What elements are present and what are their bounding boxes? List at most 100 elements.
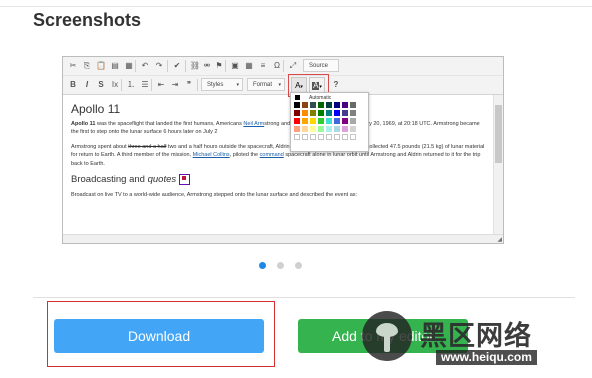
color-swatch[interactable] [318, 134, 324, 140]
toolbar-separator [135, 60, 136, 72]
neil-armstrong-link[interactable]: Neil Arm [243, 121, 264, 127]
color-swatch[interactable] [318, 126, 324, 132]
carousel-dot[interactable] [259, 262, 266, 269]
color-swatch[interactable] [294, 126, 300, 132]
color-swatch[interactable] [294, 102, 300, 108]
color-swatch[interactable] [326, 126, 332, 132]
watermark-text: 黑区网络 [420, 321, 532, 351]
toolbar-separator [283, 60, 284, 72]
color-swatch[interactable] [342, 110, 348, 116]
paste-icon[interactable]: 📋 [95, 60, 107, 72]
color-swatch[interactable] [302, 118, 308, 124]
automatic-color-option[interactable]: Automatic [295, 95, 331, 101]
source-button[interactable]: Source [303, 59, 339, 72]
color-swatch[interactable] [334, 102, 340, 108]
carousel-dot[interactable] [295, 262, 302, 269]
indent-icon[interactable]: ⇥ [169, 79, 181, 91]
strike-icon[interactable]: S [95, 79, 107, 91]
color-swatch[interactable] [302, 126, 308, 132]
download-highlight-frame [47, 301, 275, 367]
color-swatch[interactable] [326, 102, 332, 108]
color-swatch[interactable] [310, 126, 316, 132]
color-swatch[interactable] [350, 110, 356, 116]
outdent-icon[interactable]: ⇤ [155, 79, 167, 91]
editor-scrollbar[interactable] [493, 95, 503, 235]
anchor-flag-icon [178, 174, 190, 185]
paste-text-icon[interactable]: ▤ [109, 60, 121, 72]
color-swatch[interactable] [334, 134, 340, 140]
color-swatch[interactable] [302, 110, 308, 116]
color-swatch[interactable] [294, 134, 300, 140]
command-link[interactable]: command [260, 152, 284, 158]
toolbar-separator [197, 79, 198, 91]
color-swatch[interactable] [302, 134, 308, 140]
remove-format-icon[interactable]: Ix [109, 79, 121, 91]
cut-icon[interactable]: ✂ [67, 60, 79, 72]
redo-icon[interactable]: ↷ [153, 60, 165, 72]
spellcheck-icon[interactable]: ✔ [171, 60, 183, 72]
color-swatch[interactable] [350, 118, 356, 124]
bold-icon[interactable]: B [67, 79, 79, 91]
doc-subheading: Broadcasting and quotes [71, 174, 485, 185]
image-icon[interactable]: ▣ [229, 60, 241, 72]
editor-content[interactable]: Apollo 11 Apollo 11 was the spaceflight … [63, 95, 493, 235]
watermark-url: www.heiqu.com [436, 350, 537, 365]
doc-paragraph-3: Broadcast on live TV to a world-wide aud… [71, 192, 358, 198]
color-swatch[interactable] [326, 118, 332, 124]
help-icon[interactable]: ? [331, 79, 341, 91]
editor-toolbar-row1: ✂ ⎘ 📋 ▤ ▦ ↶ ↷ ✔ ⛓ ⚮ ⚑ ▣ ▦ ≡ Ω ⤢ Source [63, 57, 503, 76]
horizontal-line-icon[interactable]: ≡ [257, 60, 269, 72]
anchor-icon[interactable]: ⚑ [213, 60, 225, 72]
color-swatch[interactable] [318, 110, 324, 116]
color-swatch[interactable] [310, 118, 316, 124]
toolbar-separator [167, 60, 168, 72]
color-swatch[interactable] [310, 102, 316, 108]
editor-screenshot[interactable]: ✂ ⎘ 📋 ▤ ▦ ↶ ↷ ✔ ⛓ ⚮ ⚑ ▣ ▦ ≡ Ω ⤢ Source B I S Ix ⒈ ☰ ⇤ ⇥ ❞ Styles ▾… [62, 56, 504, 244]
color-swatch[interactable] [334, 118, 340, 124]
resize-grip-icon[interactable]: ◢ [497, 236, 502, 243]
toolbar-separator [225, 60, 226, 72]
color-swatch[interactable] [326, 110, 332, 116]
doc-paragraph-2: Armstrong spent about three and a half t… [71, 143, 485, 167]
color-swatch[interactable] [350, 126, 356, 132]
color-swatch[interactable] [294, 110, 300, 116]
format-dropdown[interactable]: Format ▾ [247, 78, 285, 91]
italic-icon[interactable]: I [81, 79, 93, 91]
toolbar-separator [151, 79, 152, 91]
color-swatch[interactable] [318, 118, 324, 124]
color-swatch[interactable] [294, 118, 300, 124]
copy-icon[interactable]: ⎘ [81, 60, 93, 72]
table-icon[interactable]: ▦ [243, 60, 255, 72]
toolbar-separator [185, 60, 186, 72]
color-swatch[interactable] [302, 102, 308, 108]
color-swatch[interactable] [350, 102, 356, 108]
bulleted-list-icon[interactable]: ☰ [139, 79, 151, 91]
blockquote-icon[interactable]: ❞ [183, 79, 195, 91]
michael-collins-link[interactable]: Michael Collins [193, 152, 230, 158]
carousel-dot[interactable] [277, 262, 284, 269]
color-swatch[interactable] [342, 126, 348, 132]
color-swatch[interactable] [342, 118, 348, 124]
doc-paragraph-1: Apollo 11 was the spaceflight that lande… [71, 120, 480, 136]
color-swatch[interactable] [310, 110, 316, 116]
numbered-list-icon[interactable]: ⒈ [125, 79, 137, 91]
color-swatch[interactable] [334, 126, 340, 132]
link-icon[interactable]: ⛓ [189, 60, 201, 72]
scrollbar-thumb[interactable] [495, 105, 502, 163]
color-swatch[interactable] [310, 134, 316, 140]
special-char-icon[interactable]: Ω [271, 60, 283, 72]
color-swatch[interactable] [334, 110, 340, 116]
color-swatch[interactable] [350, 134, 356, 140]
color-swatch[interactable] [326, 134, 332, 140]
unlink-icon[interactable]: ⚮ [201, 60, 213, 72]
color-swatch[interactable] [342, 134, 348, 140]
color-swatch[interactable] [342, 102, 348, 108]
color-palette-dropdown[interactable]: Automatic [290, 92, 369, 152]
undo-icon[interactable]: ↶ [139, 60, 151, 72]
editor-toolbar-row2: B I S Ix ⒈ ☰ ⇤ ⇥ ❞ Styles ▾ Format ▾ A▾ A▾? [63, 76, 503, 95]
maximize-icon[interactable]: ⤢ [287, 60, 299, 72]
toolbar-separator [121, 79, 122, 91]
color-swatch[interactable] [318, 102, 324, 108]
paste-word-icon[interactable]: ▦ [123, 60, 135, 72]
styles-dropdown[interactable]: Styles ▾ [201, 78, 243, 91]
